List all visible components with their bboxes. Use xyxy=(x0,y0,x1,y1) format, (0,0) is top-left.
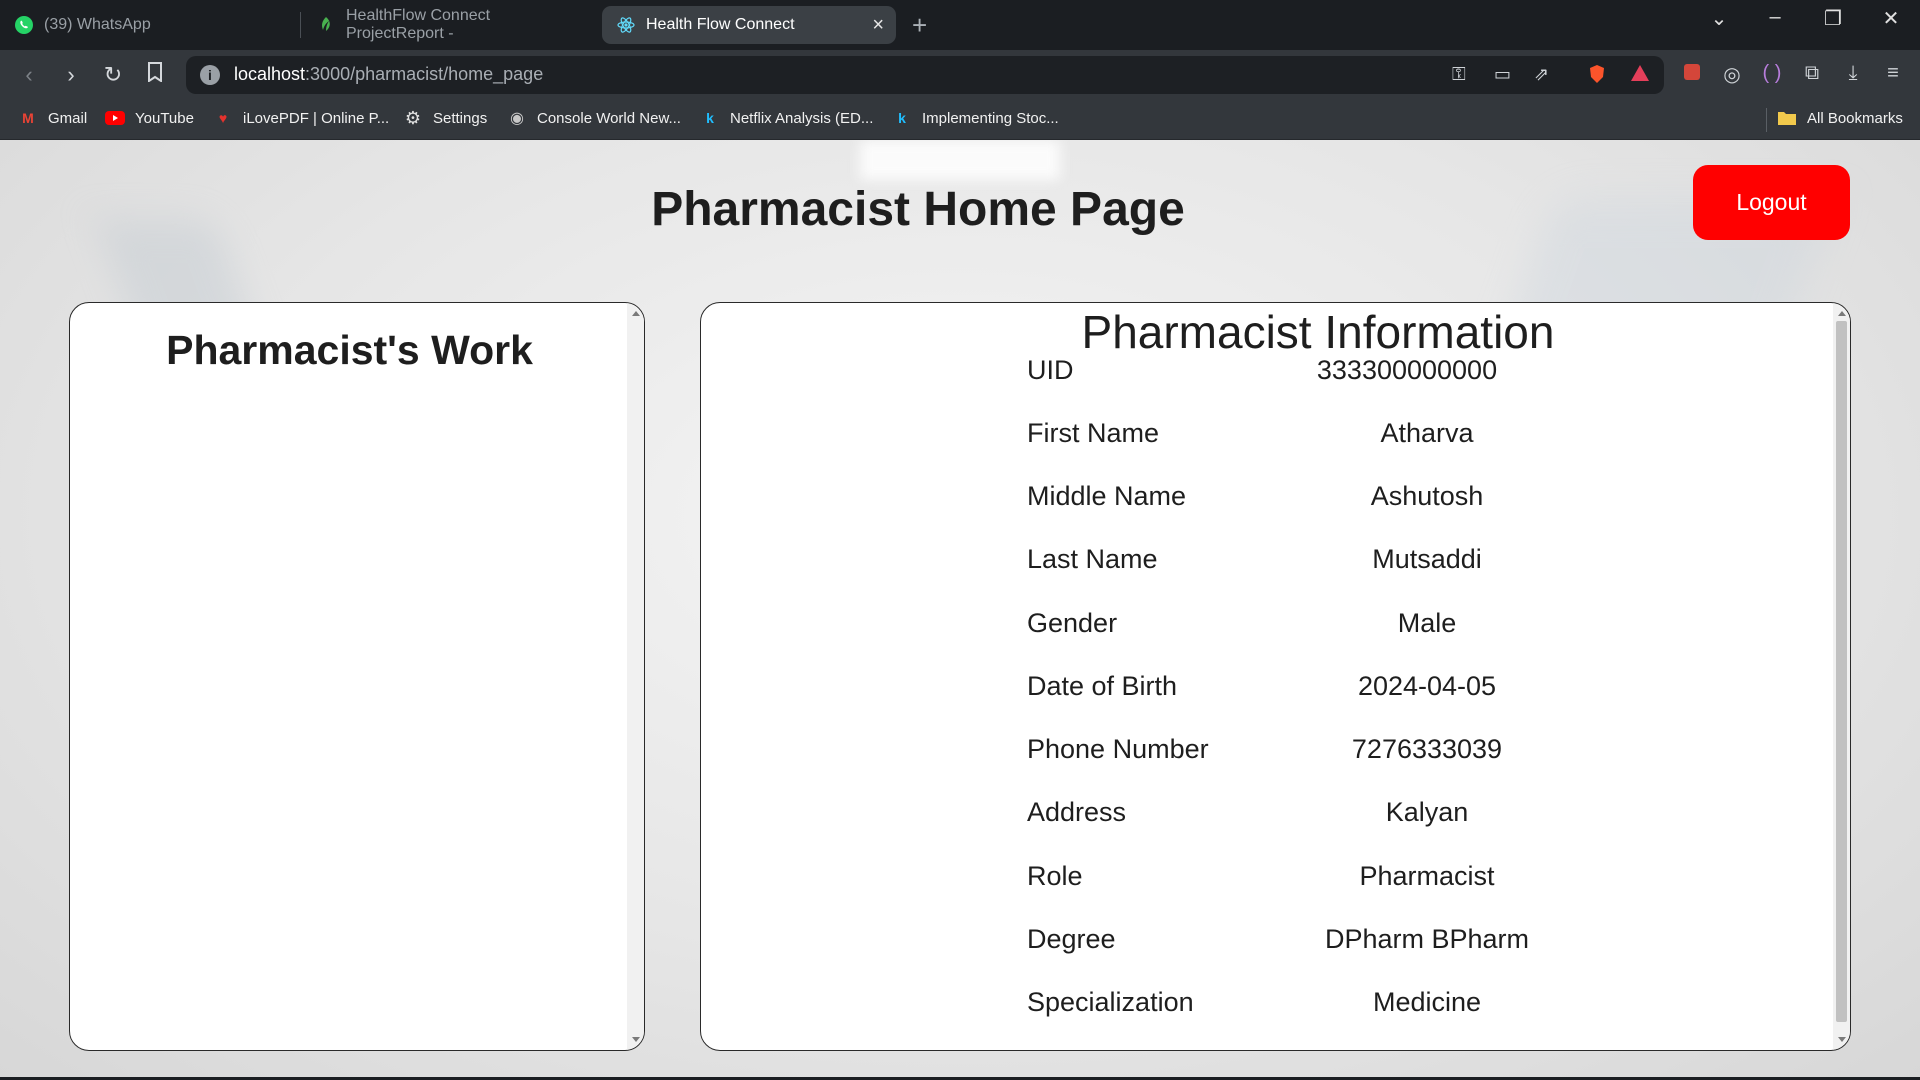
tab-health-flow-connect[interactable]: Health Flow Connect × xyxy=(602,6,896,44)
scrollbar[interactable] xyxy=(627,303,644,1050)
reload-icon[interactable]: ↻ xyxy=(100,62,126,88)
close-tab-icon[interactable]: × xyxy=(872,14,884,37)
bookmark-gmail[interactable]: M Gmail xyxy=(18,108,87,128)
close-window-icon[interactable]: ✕ xyxy=(1871,6,1911,31)
gear-icon: ⚙ xyxy=(404,107,422,128)
bookmark-console-world[interactable]: ◉ Console World New... xyxy=(507,108,681,128)
youtube-icon xyxy=(105,108,125,128)
kaggle-icon: k xyxy=(706,110,714,126)
browser-toolbar: ‹ › ↻ i localhost:3000/pharmacist/home_p… xyxy=(0,50,1920,100)
info-label: Gender xyxy=(1027,608,1118,638)
share-icon[interactable]: ⇗ xyxy=(1534,64,1549,85)
tab-project-report[interactable]: HealthFlow Connect ProjectReport - xyxy=(302,6,602,44)
bookmark-label: Console World New... xyxy=(537,109,681,127)
tab-whatsapp[interactable]: (39) WhatsApp xyxy=(0,6,300,44)
info-label: Address xyxy=(1027,797,1127,827)
info-label: Last Name xyxy=(1027,544,1158,574)
kaggle-icon: k xyxy=(898,110,906,126)
info-label: First Name xyxy=(1027,418,1160,448)
bookmark-label: iLovePDF | Online P... xyxy=(243,109,390,127)
target-extension-icon[interactable]: ◎ xyxy=(1719,62,1745,87)
bookmark-ilovepdf[interactable]: ♥ iLovePDF | Online P... xyxy=(213,108,389,128)
tab-divider xyxy=(300,12,301,38)
all-bookmarks-label: All Bookmarks xyxy=(1807,109,1903,127)
info-label: Role xyxy=(1027,861,1083,891)
all-bookmarks-folder[interactable]: All Bookmarks xyxy=(1777,108,1903,128)
url-text: localhost:3000/pharmacist/home_page xyxy=(234,64,544,84)
bookmark-youtube[interactable]: YouTube xyxy=(105,108,194,128)
pharmacist-information-heading: Pharmacist Information xyxy=(1081,306,1555,358)
scroll-down-icon[interactable] xyxy=(632,1037,640,1042)
tab-label: (39) WhatsApp xyxy=(44,16,151,33)
scrollbar[interactable] xyxy=(1833,303,1850,1050)
address-bar[interactable]: i localhost:3000/pharmacist/home_page ⚿ … xyxy=(186,56,1664,94)
ilovepdf-icon: ♥ xyxy=(218,110,228,126)
scroll-down-icon[interactable] xyxy=(1838,1037,1846,1042)
scroll-up-icon[interactable] xyxy=(1838,311,1846,316)
info-value: Ashutosh xyxy=(1370,481,1484,511)
whatsapp-icon xyxy=(14,15,34,35)
bookmark-label: Implementing Stoc... xyxy=(922,109,1059,127)
bookmark-icon[interactable] xyxy=(142,62,168,88)
bookmark-settings[interactable]: ⚙ Settings xyxy=(403,108,487,128)
pharmacist-work-heading: Pharmacist's Work xyxy=(166,327,533,373)
menu-icon[interactable]: ≡ xyxy=(1880,62,1906,85)
page-viewport: Pharmacist Home Page Logout Pharmacist's… xyxy=(0,140,1920,1080)
bookmarks-divider xyxy=(1766,108,1767,132)
browser-tab-strip: (39) WhatsApp HealthFlow Connect Project… xyxy=(0,0,1920,50)
info-value: DPharm BPharm xyxy=(1324,924,1530,954)
restore-icon[interactable]: ❐ xyxy=(1813,6,1853,31)
info-value: Medicine xyxy=(1372,987,1482,1017)
tab-search-chevron-icon[interactable]: ⌄ xyxy=(1699,6,1739,31)
info-value: Atharva xyxy=(1380,418,1474,448)
info-value: Kalyan xyxy=(1385,797,1469,827)
password-key-icon[interactable]: ⚿ xyxy=(1452,64,1466,85)
bookmark-label: Netflix Analysis (ED... xyxy=(730,109,874,127)
forward-icon[interactable]: › xyxy=(58,62,84,88)
info-value: 333300000000 xyxy=(1316,355,1498,385)
info-label: Phone Number xyxy=(1027,734,1209,764)
tab-label: Health Flow Connect xyxy=(646,16,795,33)
cast-icon[interactable]: ▭ xyxy=(1494,64,1511,85)
info-label: Date of Birth xyxy=(1027,671,1178,701)
info-label: UID xyxy=(1027,355,1074,385)
leaf-icon xyxy=(316,15,336,35)
back-icon[interactable]: ‹ xyxy=(16,62,42,88)
pharmacist-work-panel: Pharmacist's Work xyxy=(69,302,645,1051)
bookmarks-bar: M Gmail YouTube ♥ iLovePDF | Online P...… xyxy=(0,100,1920,140)
info-label: Specialization xyxy=(1027,987,1194,1017)
download-icon[interactable]: ⤓ xyxy=(1840,62,1866,85)
background-light xyxy=(860,140,1060,180)
info-value: Male xyxy=(1397,608,1457,638)
react-icon xyxy=(616,15,636,35)
logout-button[interactable]: Logout xyxy=(1693,165,1850,240)
info-value: 2024-04-05 xyxy=(1357,671,1497,701)
info-value: 7276333039 xyxy=(1351,734,1503,764)
parentheses-extension-icon[interactable]: ( ) xyxy=(1759,62,1785,85)
site-info-icon[interactable]: i xyxy=(200,65,220,85)
folder-icon xyxy=(1777,108,1797,128)
info-value: Mutsaddi xyxy=(1372,544,1482,574)
extension-icon[interactable] xyxy=(1679,62,1705,88)
gmail-icon: M xyxy=(22,110,34,126)
info-label: Middle Name xyxy=(1027,481,1187,511)
bookmark-label: Gmail xyxy=(48,109,88,127)
scroll-up-icon[interactable] xyxy=(632,311,640,316)
tab-label: HealthFlow Connect ProjectReport - xyxy=(346,7,491,42)
extensions-puzzle-icon[interactable]: ⧉ xyxy=(1799,62,1825,85)
pharmacist-information-panel: Pharmacist Information UID 333300000000 … xyxy=(700,302,1851,1051)
new-tab-button[interactable]: + xyxy=(912,10,927,41)
info-label: Degree xyxy=(1027,924,1116,954)
bookmark-label: YouTube xyxy=(135,109,194,127)
page-title: Pharmacist Home Page xyxy=(651,183,1185,236)
bookmark-netflix-analysis[interactable]: k Netflix Analysis (ED... xyxy=(700,108,873,128)
minimize-icon[interactable]: – xyxy=(1755,6,1795,29)
brave-shield-icon[interactable] xyxy=(1588,64,1606,89)
bookmark-label: Settings xyxy=(433,109,488,127)
info-value: Pharmacist xyxy=(1359,861,1495,891)
bookmark-implementing-stoc[interactable]: k Implementing Stoc... xyxy=(892,108,1059,128)
globe-icon: ◉ xyxy=(510,110,524,127)
scrollbar-thumb[interactable] xyxy=(1836,321,1847,1022)
brave-rewards-icon[interactable] xyxy=(1630,64,1650,87)
